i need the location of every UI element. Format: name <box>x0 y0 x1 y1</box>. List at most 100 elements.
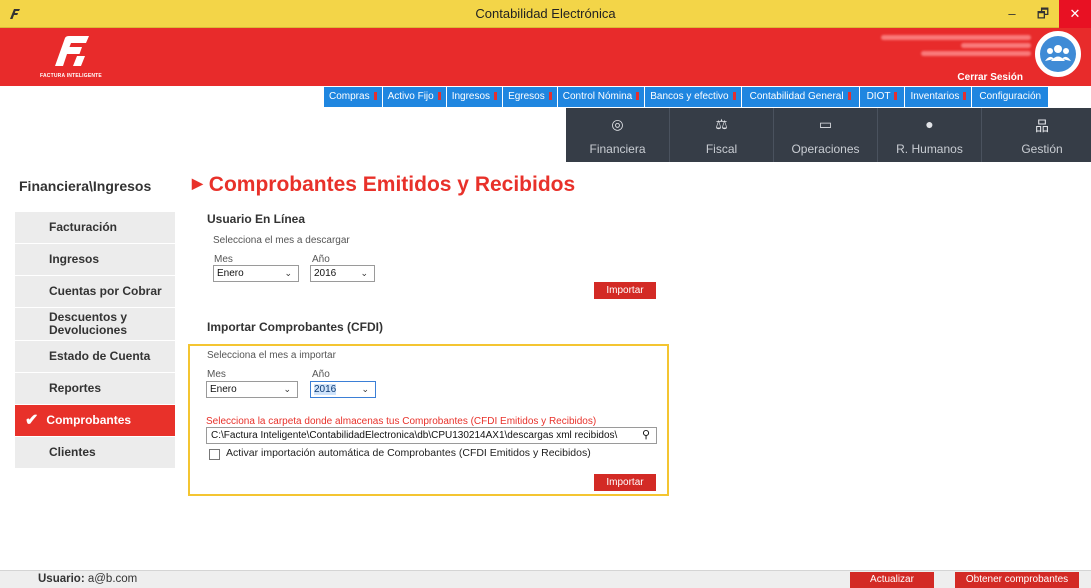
flag-icon <box>894 92 898 100</box>
flag-icon <box>636 92 640 100</box>
tab-fiscal[interactable]: ⚖ Fiscal <box>670 108 774 162</box>
section-title-online: Usuario En Línea <box>207 212 306 226</box>
tab-label: Financiera <box>589 142 646 156</box>
cfdi-hint: Selecciona el mes a importar <box>207 350 336 361</box>
sidebar-item-reportes[interactable]: Reportes <box>15 373 175 404</box>
sidebar-item-label: Clientes <box>49 445 96 459</box>
monitor-icon: ▭ <box>818 116 833 132</box>
refresh-button[interactable]: Actualizar <box>850 572 934 588</box>
users-group-icon <box>1040 36 1076 72</box>
flag-icon <box>373 92 377 100</box>
breadcrumb: Financiera\Ingresos <box>19 178 152 194</box>
sidebar-item-estado-de-cuenta[interactable]: Estado de Cuenta <box>15 341 175 372</box>
scale-icon: ⚖ <box>715 116 728 132</box>
user-value: a@b.com <box>87 573 138 585</box>
sidebar-item-label: Comprobantes <box>46 413 132 427</box>
cfdi-import-button[interactable]: Importar <box>594 474 656 491</box>
flag-icon <box>494 92 498 100</box>
tab-operaciones[interactable]: ▭ Operaciones <box>774 108 878 162</box>
flag-icon <box>963 92 967 100</box>
coins-icon: ◎ <box>611 116 624 132</box>
module-tabs: ◎ Financiera ⚖ Fiscal ▭ Operaciones ● R.… <box>566 108 1091 162</box>
menu-item-compras[interactable]: Compras <box>324 87 382 107</box>
sidebar-item-facturacion[interactable]: Facturación <box>15 212 175 243</box>
online-hint: Selecciona el mes a descargar <box>213 235 350 246</box>
tab-label: R. Humanos <box>896 142 963 156</box>
auto-import-label: Activar importación automática de Compro… <box>226 447 591 459</box>
online-anio-select[interactable]: 2016 ⌄ <box>310 265 375 282</box>
checkmark-icon: ✔ <box>25 412 39 429</box>
logout-link[interactable]: Cerrar Sesión <box>957 72 1023 83</box>
online-mes-select[interactable]: Enero ⌄ <box>213 265 299 282</box>
company-info-blurred <box>831 32 1031 59</box>
online-import-button[interactable]: Importar <box>594 282 656 299</box>
sidebar-item-cuentas-por-cobrar[interactable]: Cuentas por Cobrar <box>15 276 175 307</box>
flag-icon <box>548 92 552 100</box>
org-chart-icon: 品 <box>1035 118 1049 134</box>
menu-item-ingresos[interactable]: Ingresos <box>446 87 503 107</box>
maximize-button[interactable]: 🗗 <box>1028 0 1058 28</box>
sidebar-item-label: Descuentos y Devoluciones <box>49 310 128 337</box>
main-menu: Compras Activo Fijo Ingresos Egresos Con… <box>324 87 1049 107</box>
menu-item-control-nomina[interactable]: Control Nómina <box>557 87 645 107</box>
menu-item-inventarios[interactable]: Inventarios <box>905 87 972 107</box>
minimize-button[interactable]: – <box>997 0 1027 28</box>
tab-r-humanos[interactable]: ● R. Humanos <box>878 108 982 162</box>
chevron-down-icon: ⌄ <box>283 384 291 394</box>
menu-item-configuracion[interactable]: Configuración <box>972 87 1049 107</box>
tab-label: Fiscal <box>705 142 738 156</box>
tab-label: Operaciones <box>791 142 860 156</box>
sidebar-item-label: Estado de Cuenta <box>49 349 151 363</box>
triangle-right-icon: ▶ <box>192 175 203 191</box>
sidebar-item-clientes[interactable]: Clientes <box>15 437 175 468</box>
sidebar-item-ingresos[interactable]: Ingresos <box>15 244 175 275</box>
app-logo: FACTURA INTELIGENTE <box>26 34 116 80</box>
chevron-down-icon: ⌄ <box>284 268 292 278</box>
chevron-down-icon: ⌄ <box>361 384 369 394</box>
flag-icon <box>847 92 851 100</box>
sidebar-item-label: Cuentas por Cobrar <box>49 284 162 298</box>
menu-item-egresos[interactable]: Egresos <box>503 87 557 107</box>
logo-text: FACTURA INTELIGENTE <box>40 73 102 79</box>
menu-item-activo-fijo[interactable]: Activo Fijo <box>382 87 446 107</box>
cfdi-mes-select[interactable]: Enero ⌄ <box>206 381 298 398</box>
cfdi-anio-label: Año <box>312 369 330 380</box>
chevron-down-icon: ⌄ <box>360 268 368 278</box>
sidebar-item-comprobantes[interactable]: ✔ Comprobantes <box>15 405 175 436</box>
sidebar-item-label: Reportes <box>49 381 102 395</box>
menu-item-bancos[interactable]: Bancos y efectivo <box>645 87 741 107</box>
fetch-receipts-button[interactable]: Obtener comprobantes <box>955 572 1079 588</box>
menu-item-diot[interactable]: DIOT <box>859 87 905 107</box>
window-title: Contabilidad Electrónica <box>475 6 616 21</box>
sidebar-item-label: Ingresos <box>49 252 100 266</box>
cfdi-mes-label: Mes <box>207 369 226 380</box>
folder-hint: Selecciona la carpeta donde almacenas tu… <box>206 416 597 427</box>
tab-financiera[interactable]: ◎ Financiera <box>566 108 670 162</box>
user-label: Usuario: <box>38 573 85 585</box>
flag-icon <box>437 92 441 100</box>
flag-icon <box>732 92 736 100</box>
page-title-text: Comprobantes Emitidos y Recibidos <box>208 173 576 196</box>
avatar[interactable] <box>1035 31 1081 77</box>
folder-path-input[interactable]: C:\Factura Inteligente\ContabilidadElect… <box>206 427 657 444</box>
page-title: ▶ Comprobantes Emitidos y Recibidos <box>192 173 575 197</box>
sidebar-item-descuentos[interactable]: Descuentos y Devoluciones <box>15 308 175 340</box>
app-header: FACTURA INTELIGENTE Cerrar Sesión <box>0 28 1091 86</box>
title-bar: Contabilidad Electrónica – 🗗 ✕ <box>0 0 1091 28</box>
sidebar-item-label: Facturación <box>49 220 118 234</box>
tab-label: Gestión <box>1021 142 1063 156</box>
sidebar: Facturación Ingresos Cuentas por Cobrar … <box>15 212 175 469</box>
cfdi-anio-select[interactable]: 2016 ⌄ <box>310 381 376 398</box>
menu-item-contabilidad-general[interactable]: Contabilidad General <box>741 87 859 107</box>
tab-gestion[interactable]: 品 Gestión <box>982 108 1091 162</box>
online-anio-label: Año <box>312 254 330 265</box>
online-mes-label: Mes <box>214 254 233 265</box>
auto-import-checkbox[interactable] <box>209 449 220 460</box>
search-icon[interactable]: ⚲ <box>642 428 650 443</box>
factura-logo-icon <box>55 36 89 66</box>
close-button[interactable]: ✕ <box>1059 0 1091 28</box>
person-icon: ● <box>925 116 934 132</box>
status-bar: Usuario: a@b.com Actualizar Obtener comp… <box>0 570 1091 588</box>
section-title-cfdi: Importar Comprobantes (CFDI) <box>207 320 384 334</box>
current-user: Usuario: a@b.com <box>38 573 137 585</box>
